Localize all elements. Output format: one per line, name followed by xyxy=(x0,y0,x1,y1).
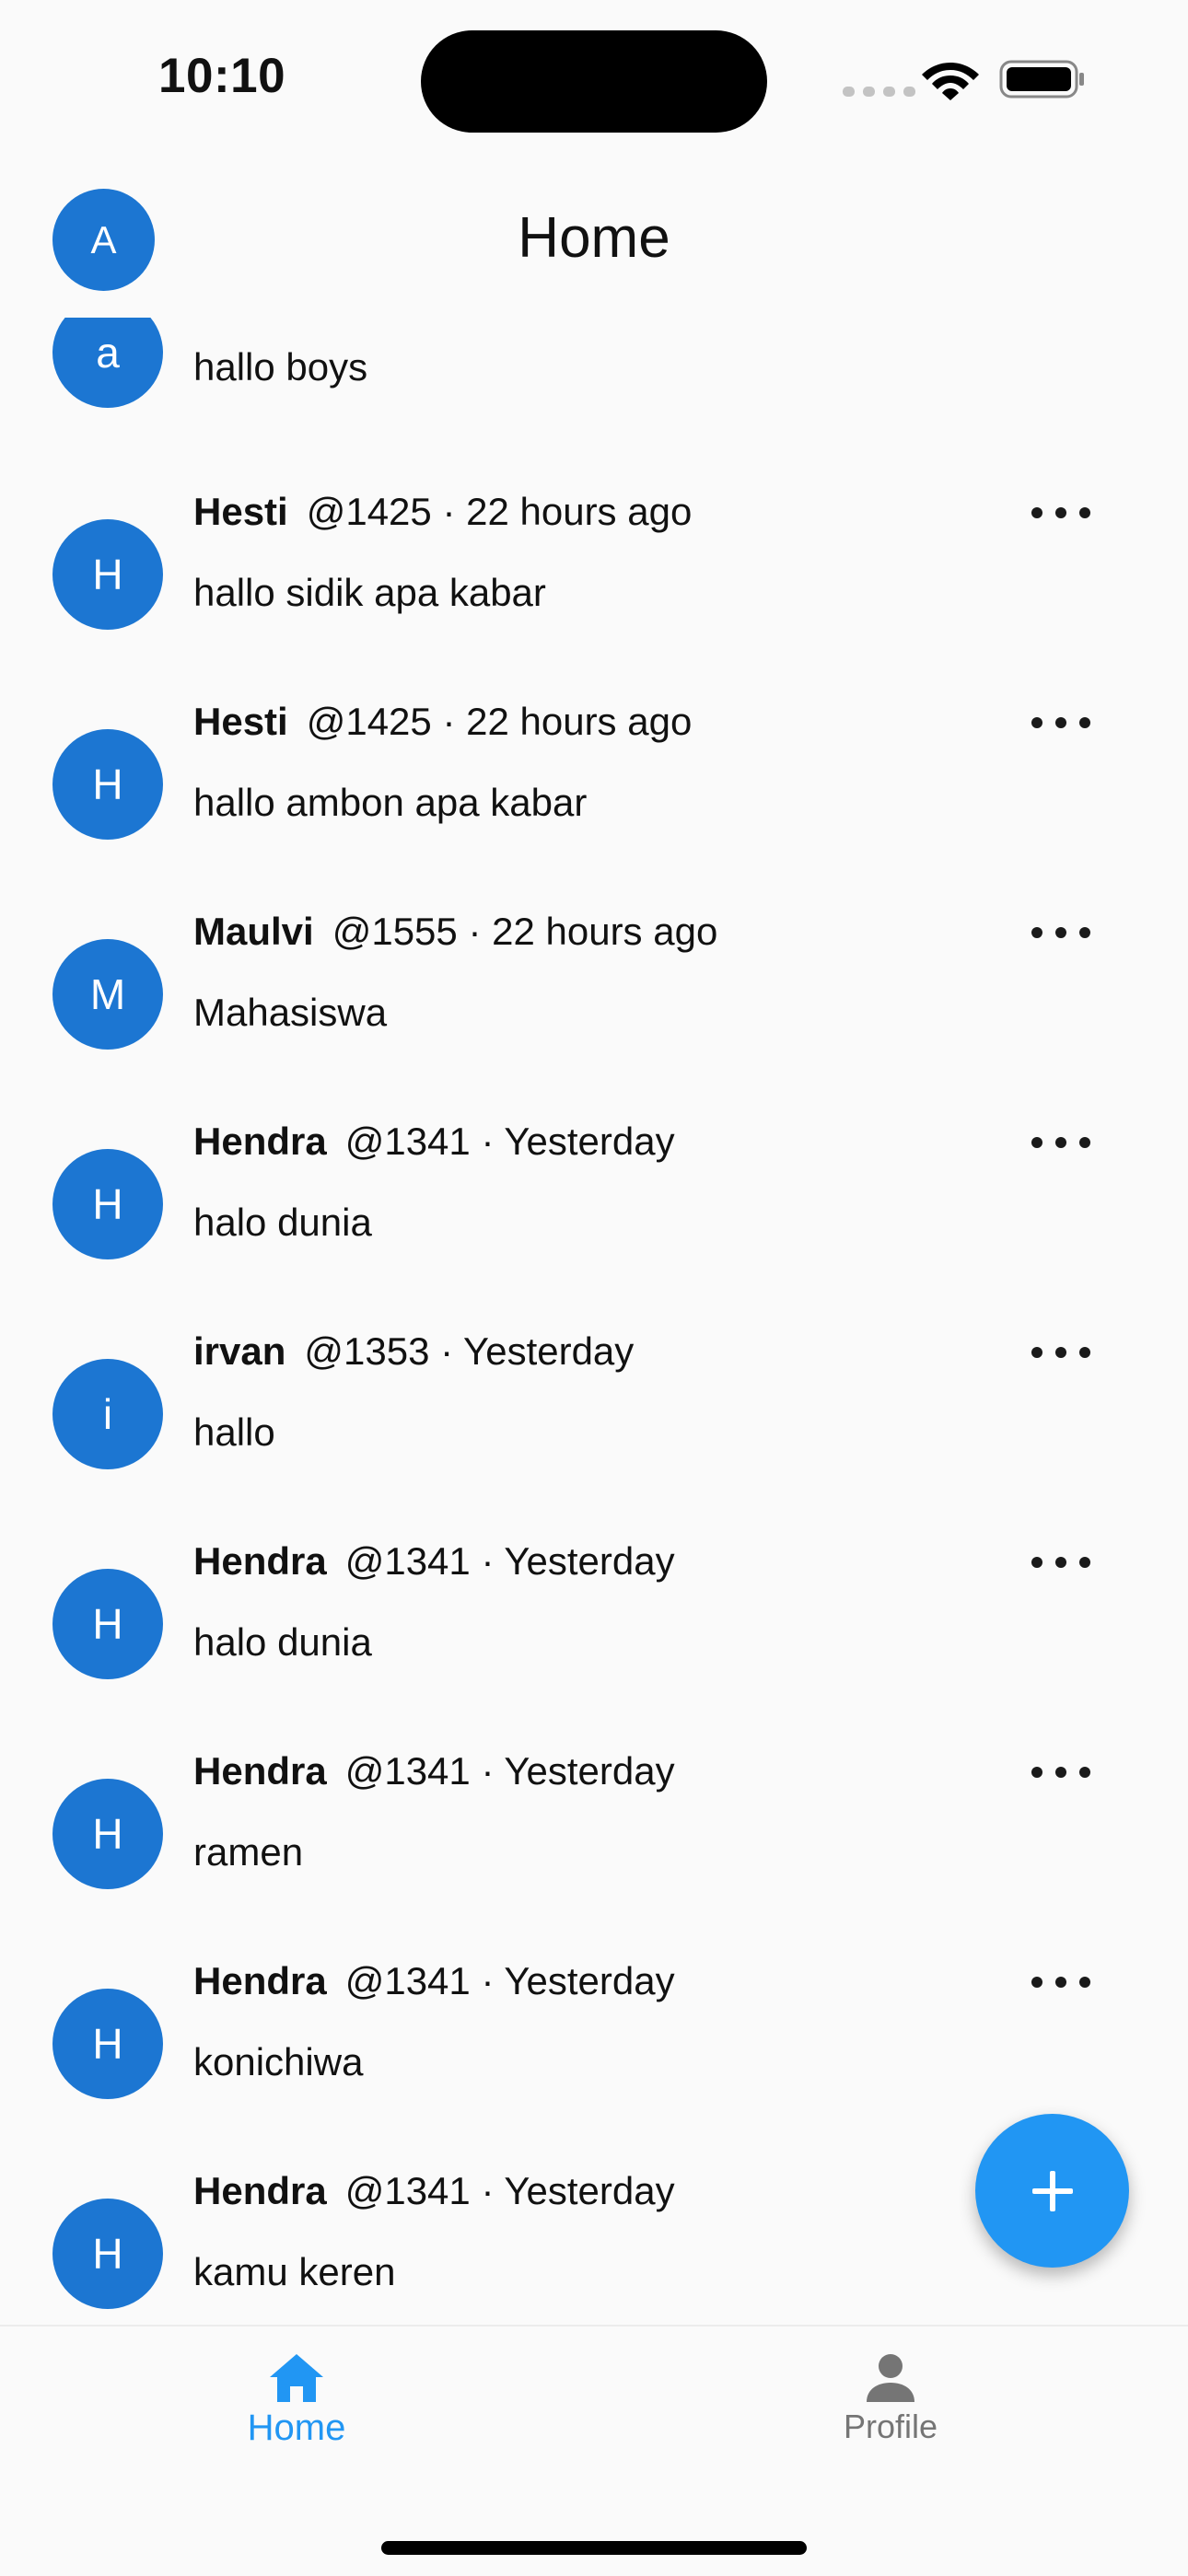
app-bar: A Home xyxy=(0,161,1188,318)
author-avatar[interactable]: H xyxy=(52,519,163,630)
more-options-button[interactable] xyxy=(1031,1329,1090,1375)
post-time: Yesterday xyxy=(504,1120,675,1163)
home-icon xyxy=(270,2354,323,2402)
author-avatar[interactable]: H xyxy=(52,1779,163,1889)
author-avatar[interactable]: H xyxy=(52,1569,163,1679)
post-content: hallo sidik apa kabar xyxy=(193,571,546,614)
post-content: hallo boys xyxy=(193,345,368,389)
author-name: Hendra xyxy=(193,1539,327,1583)
author-avatar[interactable]: H xyxy=(52,2199,163,2309)
post-time: 22 hours ago xyxy=(466,700,693,743)
author-avatar[interactable]: H xyxy=(52,1989,163,2099)
post-item[interactable]: H Hendra @1341 · Yesterday halo dunia xyxy=(0,1506,1188,1716)
nav-label-profile: Profile xyxy=(843,2408,938,2445)
author-handle: @1341 xyxy=(344,2169,471,2212)
author-handle: @1555 xyxy=(332,910,458,953)
page-title: Home xyxy=(518,206,670,270)
nav-label-home: Home xyxy=(247,2408,346,2448)
author-handle: @1341 xyxy=(344,1959,471,2002)
post-content: hallo ambon apa kabar xyxy=(193,781,588,824)
more-options-button[interactable] xyxy=(1031,1539,1090,1585)
more-options-button[interactable] xyxy=(1031,1120,1090,1166)
person-icon xyxy=(867,2354,914,2402)
post-time: 22 hours ago xyxy=(492,910,718,953)
author-handle: @1353 xyxy=(304,1329,430,1373)
post-item[interactable]: i irvan @1353 · Yesterday hallo xyxy=(0,1296,1188,1506)
author-name: Hendra xyxy=(193,1120,327,1163)
post-time: Yesterday xyxy=(504,1749,675,1793)
post-content: kamu keren xyxy=(193,2250,396,2293)
post-header: Hesti @1425 · 22 hours ago xyxy=(193,490,693,533)
post-time: Yesterday xyxy=(504,1539,675,1583)
post-content: Mahasiswa xyxy=(193,991,388,1034)
post-time: 22 hours ago xyxy=(466,490,693,533)
author-handle: @1341 xyxy=(344,1120,471,1163)
post-header: Hendra @1341 · Yesterday xyxy=(193,1539,675,1583)
post-header: Hendra @1341 · Yesterday xyxy=(193,2169,675,2212)
bottom-navigation: Home Profile xyxy=(0,2325,1188,2576)
author-avatar[interactable]: H xyxy=(52,729,163,840)
author-name: Maulvi xyxy=(193,910,314,953)
author-avatar[interactable]: i xyxy=(52,1359,163,1469)
post-time: Yesterday xyxy=(504,1959,675,2002)
nav-item-profile[interactable]: Profile xyxy=(752,2352,1029,2446)
more-options-button[interactable] xyxy=(1031,490,1090,536)
more-options-button[interactable] xyxy=(1031,700,1090,746)
author-name: Hendra xyxy=(193,1749,327,1793)
author-handle: @1425 xyxy=(306,700,432,743)
nav-item-home[interactable]: Home xyxy=(158,2352,435,2449)
post-header: Maulvi @1555 · 22 hours ago xyxy=(193,910,718,953)
post-item[interactable]: M Maulvi @1555 · 22 hours ago Mahasiswa xyxy=(0,876,1188,1086)
post-item[interactable]: H Hesti @1425 · 22 hours ago hallo sidik … xyxy=(0,457,1188,667)
more-options-button[interactable] xyxy=(1031,1959,1090,2005)
post-header: Hendra @1341 · Yesterday xyxy=(193,1959,675,2002)
author-name: Hesti xyxy=(193,490,288,533)
post-item[interactable]: H Hesti @1425 · 22 hours ago hallo ambon … xyxy=(0,667,1188,876)
author-avatar[interactable]: H xyxy=(52,1149,163,1259)
author-avatar[interactable]: M xyxy=(52,939,163,1050)
post-item[interactable]: H Hendra @1341 · Yesterday halo dunia xyxy=(0,1086,1188,1296)
more-options-button[interactable] xyxy=(1031,1749,1090,1795)
plus-icon xyxy=(1031,2170,1073,2211)
author-handle: @1341 xyxy=(344,1539,471,1583)
author-name: Hendra xyxy=(193,1959,327,2002)
post-content: hallo xyxy=(193,1410,275,1454)
post-item[interactable]: H Hendra @1341 · Yesterday ramen xyxy=(0,1716,1188,1926)
author-name: Hesti xyxy=(193,700,288,743)
post-content: halo dunia xyxy=(193,1620,372,1664)
post-time: Yesterday xyxy=(463,1329,635,1373)
more-options-button[interactable] xyxy=(1031,910,1090,956)
post-header: Hendra @1341 · Yesterday xyxy=(193,1749,675,1793)
post-header: Hesti @1425 · 22 hours ago xyxy=(193,700,693,743)
author-handle: @1341 xyxy=(344,1749,471,1793)
author-handle: @1425 xyxy=(306,490,432,533)
post-header: irvan @1353 · Yesterday xyxy=(193,1329,635,1373)
new-post-button[interactable] xyxy=(975,2114,1129,2268)
post-time: Yesterday xyxy=(504,2169,675,2212)
author-name: Hendra xyxy=(193,2169,327,2212)
post-item[interactable]: H Hendra @1341 · Yesterday konichiwa xyxy=(0,1926,1188,2136)
post-content: konichiwa xyxy=(193,2040,364,2083)
post-header: Hendra @1341 · Yesterday xyxy=(193,1120,675,1163)
post-feed[interactable]: a hallo boys H Hesti @1425 · 22 hours ago… xyxy=(0,0,1188,2325)
home-indicator xyxy=(381,2541,807,2555)
author-name: irvan xyxy=(193,1329,286,1373)
post-content: halo dunia xyxy=(193,1201,372,1244)
post-content: ramen xyxy=(193,1830,304,1874)
